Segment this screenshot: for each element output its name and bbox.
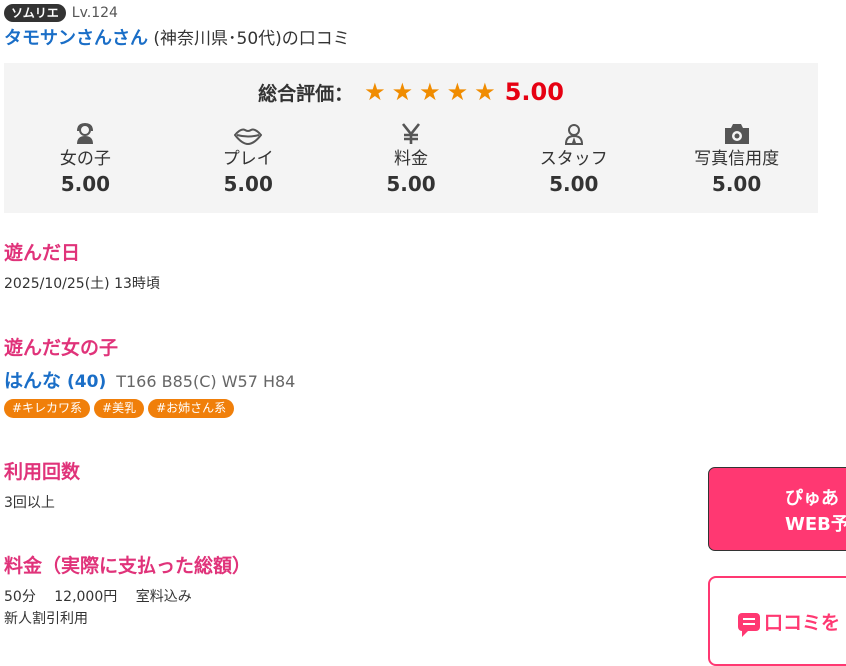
rating-play: プレイ 5.00 bbox=[167, 119, 330, 197]
overall-rating: 総合評価： ★ ★ ★ ★ ★ 5.00 bbox=[4, 77, 818, 107]
overall-rating-label: 総合評価： bbox=[258, 82, 354, 105]
rating-value: 5.00 bbox=[60, 172, 111, 196]
yen-icon bbox=[330, 119, 493, 145]
rating-summary: 総合評価： ★ ★ ★ ★ ★ 5.00 女の子 5.00 プレイ 5.00 料… bbox=[4, 63, 818, 213]
reviewer-level: Lv.124 bbox=[71, 5, 118, 21]
rating-value: 5.00 bbox=[549, 172, 599, 196]
visit-date-value: 2025/10/25(土) 13時頃 bbox=[4, 276, 160, 292]
visit-date-title: 遊んだ日 bbox=[4, 242, 81, 264]
rating-value: 5.00 bbox=[386, 172, 436, 196]
lips-icon bbox=[167, 119, 330, 145]
staff-icon bbox=[492, 119, 655, 145]
tag[interactable]: #キレカワ系 bbox=[4, 399, 91, 418]
reserve-label-line2: WEB予 bbox=[785, 514, 846, 535]
woman-icon bbox=[4, 119, 167, 145]
rating-value: 5.00 bbox=[711, 172, 762, 196]
overall-score: 5.00 bbox=[504, 78, 564, 106]
girl-info: はんな (40) T166 B85(C) W57 H84 bbox=[4, 366, 295, 393]
rank-badge: ソムリエ bbox=[4, 4, 66, 22]
chat-bubble-icon bbox=[738, 612, 760, 637]
rating-label: 写真信用度 bbox=[694, 149, 780, 169]
price-note: 新人割引利用 bbox=[4, 611, 88, 627]
girl-tags: #キレカワ系 #美乳 #お姉さん系 bbox=[4, 399, 238, 418]
reserve-label-line1: ぴゅあ bbox=[785, 488, 839, 509]
rating-staff: スタッフ 5.00 bbox=[492, 119, 655, 197]
price-title: 料金（実際に支払った総額） bbox=[4, 555, 252, 577]
star-icon: ★ bbox=[364, 78, 386, 106]
rating-value: 5.00 bbox=[223, 172, 273, 196]
reviewer-line: タモサンさんさん (神奈川県･50代)の口コミ bbox=[4, 24, 350, 50]
girl-specs: T166 B85(C) W57 H84 bbox=[116, 372, 296, 391]
web-reservation-button[interactable]: ぴゅあ WEB予 bbox=[708, 467, 846, 551]
rating-label: プレイ bbox=[222, 149, 274, 169]
star-icon: ★ bbox=[419, 78, 441, 106]
girl-age: (40) bbox=[67, 372, 107, 392]
reviewer-name-link[interactable]: タモサンさんさん bbox=[4, 28, 148, 49]
rating-price: 料金 5.00 bbox=[330, 119, 493, 197]
rating-photo: 写真信用度 5.00 bbox=[655, 119, 818, 197]
usage-count-value: 3回以上 bbox=[4, 495, 55, 511]
girl-name-link[interactable]: はんな bbox=[4, 366, 61, 393]
star-icon: ★ bbox=[391, 78, 414, 106]
post-review-content: 口コミを bbox=[738, 608, 841, 637]
rating-label: スタッフ bbox=[539, 149, 608, 169]
rating-label: 料金 bbox=[393, 149, 428, 169]
reviewer-meta: ソムリエ Lv.124 bbox=[4, 4, 118, 22]
category-ratings: 女の子 5.00 プレイ 5.00 料金 5.00 スタッフ 5.00 写真信用… bbox=[4, 119, 818, 197]
post-review-button[interactable]: 口コミを bbox=[708, 576, 846, 666]
post-review-label: 口コミを bbox=[764, 612, 841, 634]
camera-icon bbox=[655, 119, 818, 145]
star-icon: ★ bbox=[474, 78, 496, 106]
reviewer-info: (神奈川県･50代)の口コミ bbox=[148, 29, 350, 49]
price-detail: 50分 12,000円 室料込み bbox=[4, 589, 192, 605]
usage-count-title: 利用回数 bbox=[4, 461, 81, 483]
rating-girl: 女の子 5.00 bbox=[4, 119, 167, 197]
rating-label: 女の子 bbox=[59, 149, 111, 169]
tag[interactable]: #お姉さん系 bbox=[148, 399, 235, 418]
tag[interactable]: #美乳 bbox=[94, 399, 145, 418]
star-icon: ★ bbox=[446, 78, 469, 106]
girl-section-title: 遊んだ女の子 bbox=[4, 337, 119, 359]
